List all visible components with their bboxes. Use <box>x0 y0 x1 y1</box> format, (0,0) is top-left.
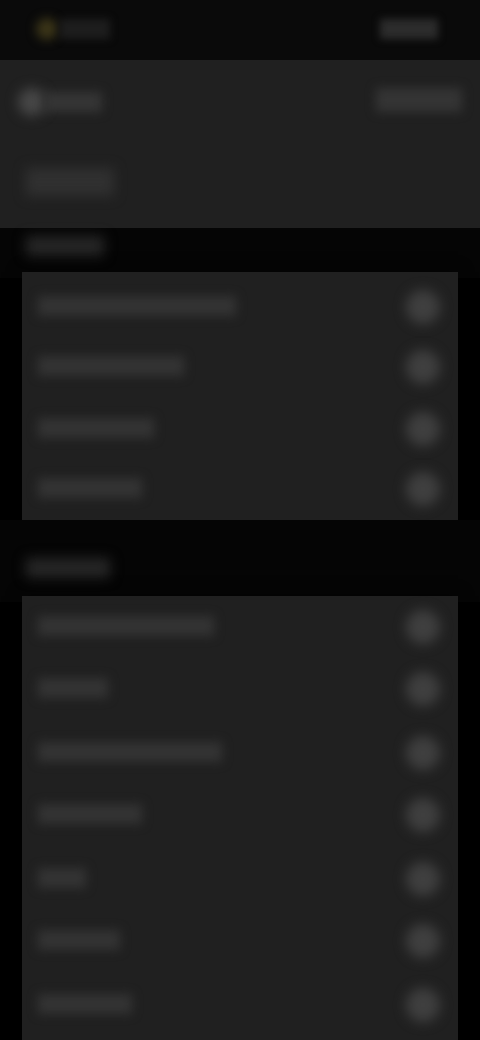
settings-card-1 <box>22 272 458 520</box>
section-label-2 <box>26 558 110 578</box>
toggle-icon[interactable] <box>406 988 440 1022</box>
toggle-icon[interactable] <box>406 672 440 706</box>
status-dot-icon <box>36 18 58 40</box>
setting-row-5[interactable] <box>22 596 458 656</box>
app-screen <box>0 0 480 1040</box>
setting-label-10 <box>38 930 120 950</box>
header-action-button[interactable] <box>376 88 462 112</box>
toggle-icon[interactable] <box>406 798 440 832</box>
setting-label-5 <box>38 616 214 636</box>
status-right-indicators <box>380 19 438 39</box>
status-bar <box>0 0 480 60</box>
status-left-text <box>60 19 110 39</box>
setting-label-8 <box>38 804 142 824</box>
setting-row-3[interactable] <box>22 398 458 458</box>
toggle-icon[interactable] <box>406 862 440 896</box>
setting-row-4[interactable] <box>22 458 458 518</box>
setting-label-4 <box>38 478 142 498</box>
setting-label-7 <box>38 742 222 762</box>
toggle-icon[interactable] <box>406 610 440 644</box>
setting-row-1[interactable] <box>22 276 458 336</box>
setting-row-11[interactable] <box>22 974 458 1034</box>
toggle-icon[interactable] <box>406 736 440 770</box>
setting-label-11 <box>38 994 132 1014</box>
setting-row-6[interactable] <box>22 658 458 718</box>
setting-label-3 <box>38 418 154 438</box>
setting-label-2 <box>38 356 184 376</box>
setting-label-9 <box>38 868 86 888</box>
settings-card-2 <box>22 596 458 1040</box>
setting-label-6 <box>38 678 108 698</box>
setting-row-8[interactable] <box>22 784 458 844</box>
setting-row-9[interactable] <box>22 848 458 908</box>
toggle-icon[interactable] <box>406 290 440 324</box>
setting-row-2[interactable] <box>22 336 458 396</box>
back-icon <box>18 88 46 116</box>
toggle-icon[interactable] <box>406 924 440 958</box>
setting-row-7[interactable] <box>22 722 458 782</box>
toggle-icon[interactable] <box>406 472 440 506</box>
toggle-icon[interactable] <box>406 412 440 446</box>
back-label <box>44 92 102 112</box>
setting-row-10[interactable] <box>22 910 458 970</box>
setting-label-1 <box>38 296 236 316</box>
page-title <box>26 168 114 196</box>
back-button[interactable] <box>14 82 102 122</box>
toggle-icon[interactable] <box>406 350 440 384</box>
section-label-1 <box>26 236 104 256</box>
